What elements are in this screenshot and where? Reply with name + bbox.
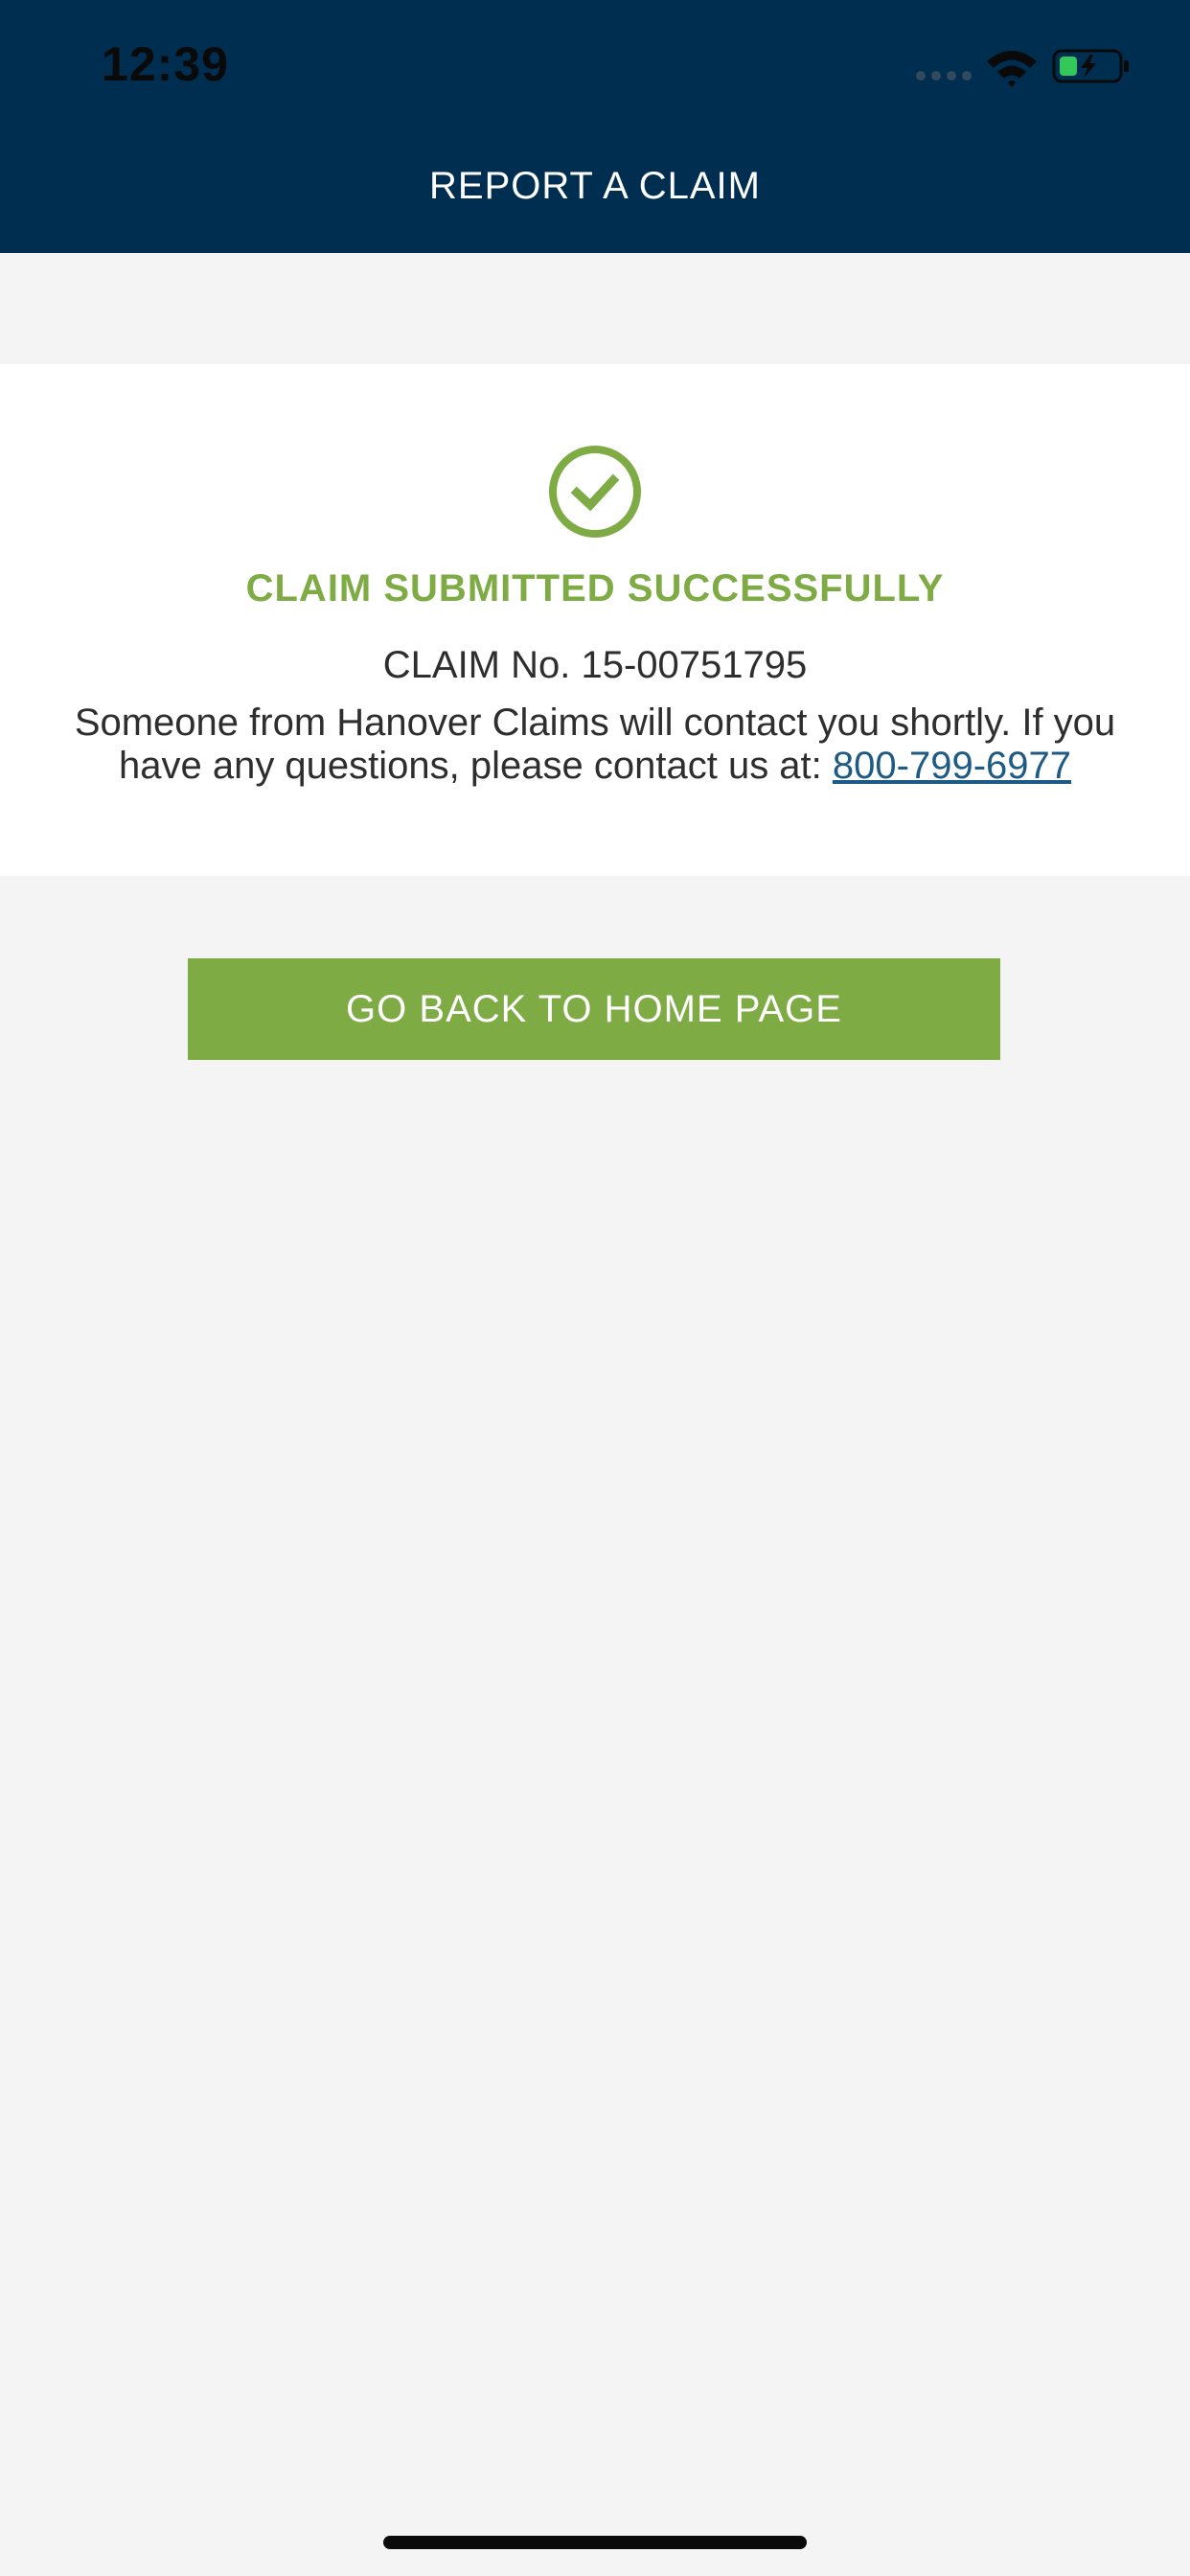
status-time: 12:39	[102, 37, 229, 91]
confirmation-card: CLAIM SUBMITTED SUCCESSFULLY CLAIM No. 1…	[0, 364, 1190, 876]
success-title: CLAIM SUBMITTED SUCCESSFULLY	[245, 567, 945, 610]
phone-link[interactable]: 800-799-6977	[833, 745, 1071, 787]
home-indicator[interactable]	[383, 2536, 807, 2549]
claim-number: CLAIM No. 15-00751795	[382, 644, 808, 686]
signal-icon	[916, 71, 973, 80]
battery-charging-icon	[1052, 49, 1129, 83]
go-home-button[interactable]: GO BACK TO HOME PAGE	[188, 958, 1000, 1060]
page-title: REPORT A CLAIM	[429, 165, 761, 207]
check-circle-icon	[549, 446, 641, 538]
wifi-icon	[987, 51, 1037, 87]
app-header: 12:39 REPORT A CLAIM	[0, 0, 1190, 253]
claim-message: Someone from Hanover Claims will contact…	[54, 702, 1136, 788]
